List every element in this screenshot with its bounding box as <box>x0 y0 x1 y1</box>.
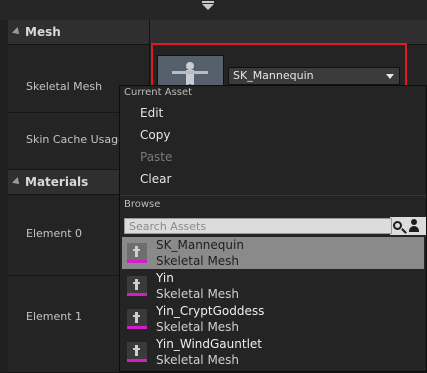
expand-arrow-icon <box>12 177 22 187</box>
asset-type: Skeletal Mesh <box>156 287 240 301</box>
element-1-label: Element 1 <box>26 310 83 323</box>
current-asset-header: Current Asset <box>124 87 193 98</box>
asset-name: Yin_WindGauntlet <box>156 337 262 351</box>
skin-cache-label: Skin Cache Usage <box>26 133 125 146</box>
asset-item[interactable]: Yin_WindGauntlet Skeletal Mesh <box>122 336 424 368</box>
skeletal-mesh-icon <box>127 342 147 362</box>
collapse-arrow-icon[interactable] <box>202 1 214 10</box>
menu-item-clear[interactable]: Clear <box>140 172 171 186</box>
skeletal-mesh-icon <box>127 243 147 263</box>
element-0-label: Element 0 <box>26 227 83 240</box>
details-top-bar <box>0 0 427 20</box>
asset-type: Skeletal Mesh <box>156 320 240 334</box>
menu-item-copy[interactable]: Copy <box>140 128 170 142</box>
asset-item[interactable]: SK_Mannequin Skeletal Mesh <box>122 237 424 269</box>
expand-arrow-icon <box>12 27 22 37</box>
asset-picker-menu: Current Asset Edit Copy Paste Clear Brow… <box>119 85 427 372</box>
category-materials-label: Materials <box>25 175 89 189</box>
asset-type: Skeletal Mesh <box>156 254 240 268</box>
asset-name: Yin_CryptGoddess <box>156 304 265 318</box>
asset-name: Yin <box>156 271 174 285</box>
asset-item[interactable]: Yin_CryptGoddess Skeletal Mesh <box>122 303 424 335</box>
search-icon[interactable] <box>393 221 402 230</box>
search-placeholder: Search Assets <box>129 220 207 233</box>
skeletal-mesh-icon <box>127 276 147 296</box>
asset-type: Skeletal Mesh <box>156 353 240 367</box>
search-input[interactable]: Search Assets <box>124 218 402 234</box>
menu-separator <box>120 195 426 196</box>
skeletal-mesh-icon <box>127 309 147 329</box>
user-filter-icon[interactable] <box>408 218 420 232</box>
menu-item-edit[interactable]: Edit <box>140 106 163 120</box>
menu-item-paste[interactable]: Paste <box>140 150 172 164</box>
skeletal-mesh-label: Skeletal Mesh <box>26 80 103 93</box>
category-mesh-label: Mesh <box>25 25 61 39</box>
browse-header: Browse <box>124 199 161 210</box>
asset-name: SK_Mannequin <box>156 238 244 252</box>
category-mesh[interactable]: Mesh <box>8 20 427 45</box>
asset-item[interactable]: Yin Skeletal Mesh <box>122 270 424 302</box>
